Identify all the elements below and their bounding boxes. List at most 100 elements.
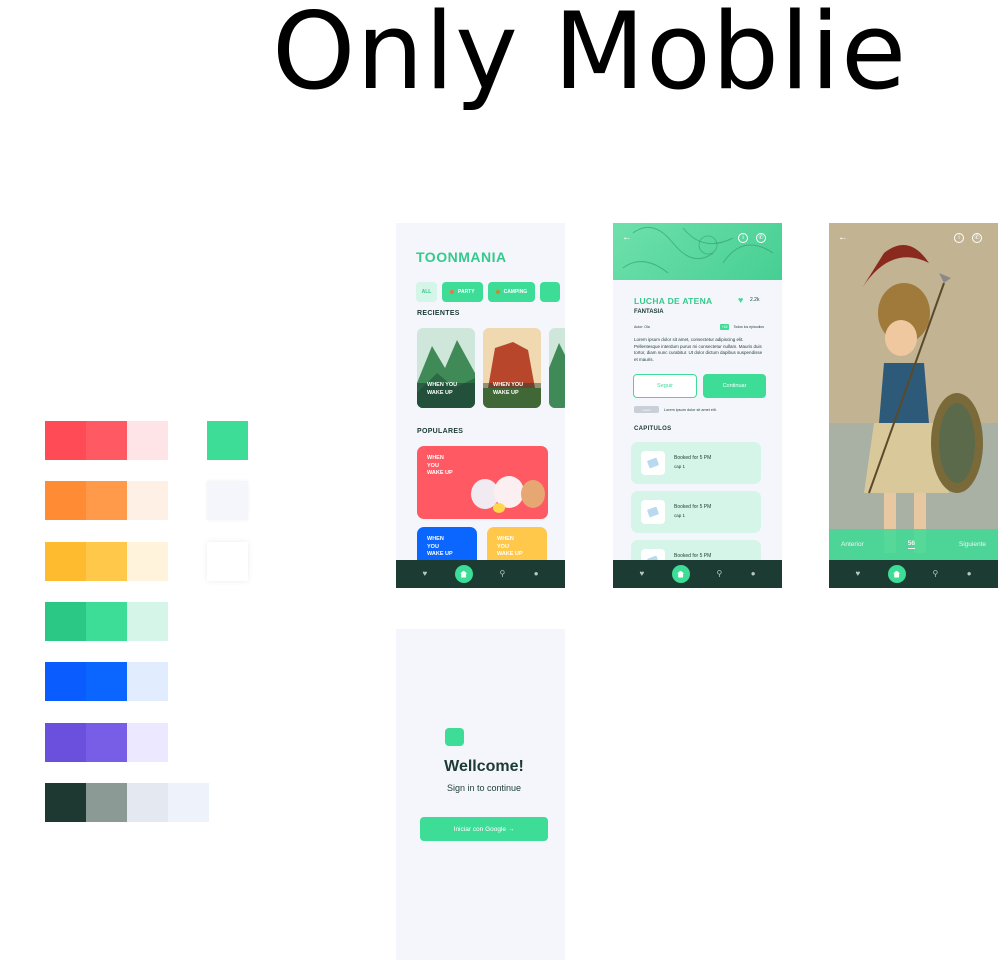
chip-party[interactable]: PARTY bbox=[442, 282, 483, 302]
color-swatch bbox=[86, 782, 127, 822]
info-icon[interactable]: i bbox=[954, 233, 964, 243]
login-screen: Wellcome! Sign in to continue Iniciar co… bbox=[396, 629, 565, 960]
search-icon[interactable]: ⚲ bbox=[498, 570, 506, 578]
color-swatch bbox=[127, 481, 168, 521]
bottom-nav: ♥ ⚲ ● bbox=[613, 560, 782, 588]
card-caption: WHEN YOU WAKE UP bbox=[427, 536, 453, 558]
likes-count: 2.2k bbox=[750, 297, 760, 303]
tag-pill: Lorem bbox=[634, 406, 659, 413]
home-icon[interactable] bbox=[887, 565, 906, 583]
previous-button[interactable]: Anterior bbox=[841, 541, 864, 548]
color-swatch bbox=[86, 421, 127, 460]
recent-card[interactable] bbox=[549, 328, 565, 408]
card-caption: WHEN YOU WAKE UP bbox=[427, 382, 458, 396]
comic-meta: Autor: Ola +18 Todos los episodios bbox=[634, 324, 764, 330]
chip-camping[interactable]: CAMPING bbox=[487, 282, 536, 302]
bottom-nav: ♥ ⚲ ● bbox=[396, 560, 565, 588]
color-swatch bbox=[45, 782, 86, 822]
heart-icon[interactable]: ♥ bbox=[854, 570, 862, 578]
follow-button[interactable]: Seguir bbox=[633, 374, 697, 398]
color-swatch bbox=[168, 782, 209, 822]
card-caption: WHEN YOU WAKE UP bbox=[497, 536, 523, 558]
user-icon[interactable]: ● bbox=[965, 570, 973, 578]
color-swatch bbox=[127, 421, 168, 460]
color-swatch bbox=[45, 662, 86, 702]
whatsapp-icon[interactable]: ✆ bbox=[972, 233, 982, 243]
party-icon bbox=[450, 290, 454, 294]
google-signin-button[interactable]: Iniciar con Google → bbox=[420, 817, 548, 841]
cover-illustration bbox=[622, 226, 774, 274]
color-swatch bbox=[45, 481, 86, 521]
chip-label: CAMPING bbox=[503, 289, 528, 295]
chapters-label: CAPITULOS bbox=[634, 426, 672, 432]
heart-icon: ♥ bbox=[738, 295, 744, 305]
accent-swatch bbox=[207, 481, 248, 521]
home-icon[interactable] bbox=[671, 565, 690, 583]
book-icon bbox=[641, 451, 665, 475]
search-icon[interactable]: ⚲ bbox=[715, 570, 723, 578]
color-swatch bbox=[45, 541, 86, 581]
color-swatch bbox=[86, 541, 127, 581]
tagline-text: Lorem ipsum dolor sit amet elit. bbox=[664, 407, 717, 412]
whatsapp-icon[interactable]: ✆ bbox=[756, 233, 766, 243]
age-badge: +18 bbox=[719, 324, 730, 330]
color-swatch bbox=[127, 541, 168, 581]
color-swatch bbox=[127, 782, 168, 822]
chapter-title: Booked for 5 PM bbox=[674, 504, 712, 510]
user-icon[interactable]: ● bbox=[532, 570, 540, 578]
reader-screen: ← i ✆ Anterior 56 Siguiente ♥ ⚲ ● bbox=[829, 223, 998, 588]
recent-card[interactable]: WHEN YOU WAKE UP bbox=[483, 328, 541, 408]
tagline: Lorem Lorem ipsum dolor sit amet elit. bbox=[634, 406, 717, 413]
color-swatch bbox=[86, 601, 127, 641]
home-screen: TOONMANIA ALL PARTY CAMPING RECIENTES WH… bbox=[396, 223, 565, 588]
page-navigation: Anterior 56 Siguiente bbox=[829, 529, 998, 560]
cover-banner: ← i ✆ bbox=[613, 223, 782, 280]
next-button[interactable]: Siguiente bbox=[959, 541, 986, 548]
board-title: Only Moblie bbox=[272, 0, 908, 113]
info-icon[interactable]: i bbox=[738, 233, 748, 243]
chip-more[interactable] bbox=[540, 282, 561, 302]
comic-genre: FANTASIA bbox=[634, 309, 664, 315]
detail-screen: ← i ✆ LUCHA DE ATENA ♥ 2.2k FANTASIA Auto… bbox=[613, 223, 782, 588]
continue-button[interactable]: Continuar bbox=[703, 374, 766, 398]
likes[interactable]: ♥ 2.2k bbox=[738, 295, 760, 305]
recent-card[interactable]: WHEN YOU WAKE UP bbox=[417, 328, 475, 408]
back-arrow-icon[interactable]: ← bbox=[838, 232, 848, 243]
card-caption: WHEN YOU WAKE UP bbox=[427, 455, 453, 477]
design-board: Only Moblie TOONMANIA ALL PARTY CAMPING … bbox=[0, 0, 999, 960]
category-chips: ALL PARTY CAMPING bbox=[416, 282, 561, 302]
camping-icon bbox=[495, 290, 500, 294]
bottom-nav: ♥ ⚲ ● bbox=[829, 560, 998, 588]
author: Autor: Ola bbox=[634, 325, 650, 329]
heart-icon[interactable]: ♥ bbox=[421, 570, 429, 578]
search-icon[interactable]: ⚲ bbox=[931, 570, 939, 578]
app-logo: TOONMANIA bbox=[416, 249, 507, 265]
chapter-item[interactable]: Booked for 5 PM cap 1 bbox=[631, 442, 761, 484]
characters-illustration bbox=[471, 476, 545, 513]
color-swatch bbox=[127, 601, 168, 641]
back-arrow-icon[interactable]: ← bbox=[622, 232, 632, 243]
color-swatch bbox=[45, 722, 86, 762]
welcome-heading: Wellcome! bbox=[444, 758, 524, 775]
heart-icon[interactable]: ♥ bbox=[638, 570, 646, 578]
chip-all[interactable]: ALL bbox=[416, 282, 437, 302]
chip-label: PARTY bbox=[458, 289, 475, 295]
popular-label: POPULARES bbox=[417, 428, 464, 435]
color-swatch bbox=[127, 722, 168, 762]
chapter-sub: cap 1 bbox=[674, 513, 686, 518]
book-icon bbox=[641, 500, 665, 524]
mountain-illustration bbox=[549, 328, 565, 408]
page-number: 56 bbox=[907, 540, 915, 549]
comic-title: LUCHA DE ATENA bbox=[634, 296, 713, 306]
chapter-title: Booked for 5 PM bbox=[674, 553, 712, 559]
update-text: Todos los episodios bbox=[733, 325, 764, 329]
color-swatch bbox=[45, 421, 86, 460]
home-icon[interactable] bbox=[454, 565, 473, 583]
chapter-item[interactable]: Booked for 5 PM cap 1 bbox=[631, 491, 761, 533]
chapter-title: Booked for 5 PM bbox=[674, 455, 712, 461]
accent-swatch bbox=[207, 421, 248, 460]
user-icon[interactable]: ● bbox=[749, 570, 757, 578]
chapter-sub: cap 1 bbox=[674, 464, 686, 469]
recent-label: RECIENTES bbox=[417, 310, 460, 317]
popular-card[interactable]: WHEN YOU WAKE UP bbox=[417, 446, 548, 519]
